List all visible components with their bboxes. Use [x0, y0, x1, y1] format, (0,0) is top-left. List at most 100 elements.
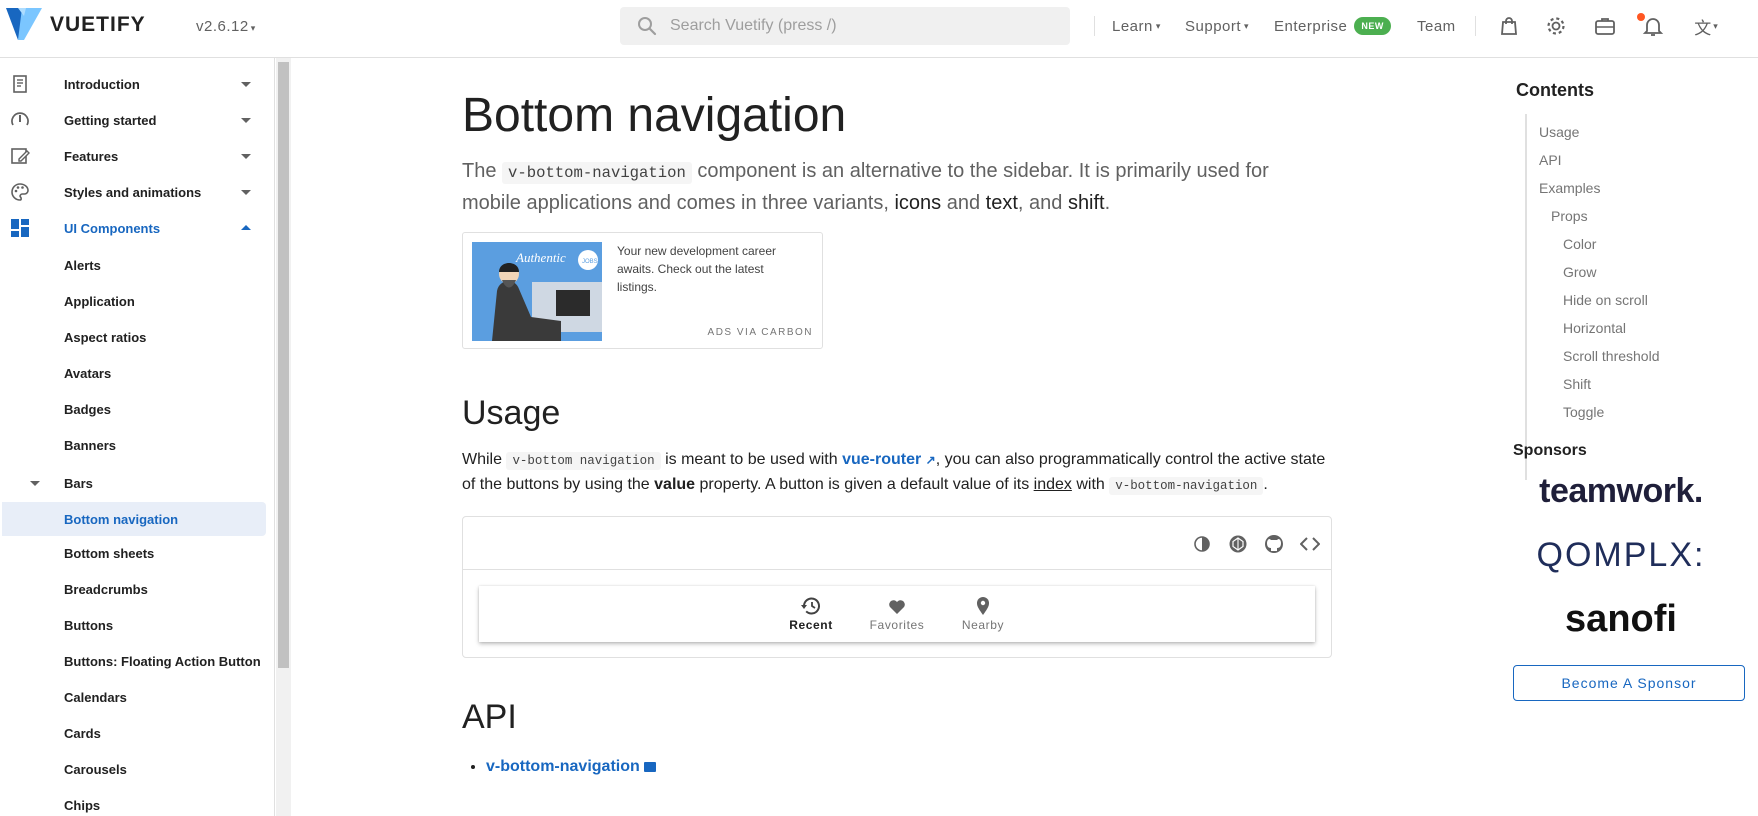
toc-item-color[interactable]: Color — [1563, 236, 1596, 252]
sidebar-item-label: Bottom sheets — [64, 545, 155, 561]
sidebar-item-aspect-ratios[interactable]: Aspect ratios — [0, 320, 275, 354]
notification-dot — [1637, 13, 1645, 21]
heart-icon — [889, 600, 905, 614]
briefcase-icon[interactable] — [1592, 13, 1618, 39]
vue-router-link[interactable]: vue-router ↗ — [842, 451, 936, 468]
sidebar-scrollbar[interactable] — [276, 58, 291, 816]
sidebar-item-application[interactable]: Application — [0, 284, 275, 318]
sidebar-item-fab[interactable]: Buttons: Floating Action Button — [0, 644, 275, 678]
toc-item-usage[interactable]: Usage — [1539, 124, 1579, 140]
sidebar-item-cards[interactable]: Cards — [0, 716, 275, 750]
sponsor-sanofi-logo[interactable]: sanofi — [1516, 598, 1726, 641]
toc-item-hide-on-scroll[interactable]: Hide on scroll — [1563, 292, 1648, 308]
sponsor-qomplx-logo[interactable]: QOMPLX: — [1516, 536, 1726, 575]
api-link-v-bottom-navigation[interactable]: v-bottom-navigation — [486, 758, 640, 775]
invert-colors-icon[interactable] — [1190, 532, 1214, 556]
toc-item-api[interactable]: API — [1539, 152, 1562, 168]
sidebar-item-bottom-navigation[interactable]: Bottom navigation — [2, 502, 266, 536]
learn-label: Learn — [1112, 17, 1153, 35]
support-menu[interactable]: Support ▾ — [1185, 0, 1249, 52]
sidebar-item-label: Banners — [64, 437, 117, 453]
book-icon — [13, 75, 27, 93]
sidebar-group-getting-started[interactable]: Getting started — [0, 102, 275, 138]
section-heading-api: API — [462, 698, 517, 736]
divider — [1475, 16, 1476, 36]
section-heading-usage: Usage — [462, 394, 561, 432]
sidebar-item-label: Buttons — [64, 617, 114, 633]
search-icon — [638, 17, 657, 36]
carbon-ad[interactable]: JOBS Authentic Your new development care… — [462, 232, 823, 349]
toc-item-props[interactable]: Props — [1551, 208, 1588, 224]
sponsors-title: Sponsors — [1513, 442, 1587, 459]
bottom-nav-recent[interactable]: Recent — [768, 586, 854, 642]
toc-list: Usage API Examples Props Color Grow Hide… — [1525, 114, 1725, 480]
translate-icon[interactable]: 文 ▾ — [1688, 13, 1724, 39]
api-page-icon[interactable] — [644, 761, 657, 772]
toc-title: Contents — [1516, 80, 1594, 100]
bottom-nav-favorites[interactable]: Favorites — [854, 586, 940, 642]
learn-menu[interactable]: Learn ▾ — [1112, 0, 1161, 52]
sidebar-group-label: Introduction — [64, 76, 140, 92]
scrollbar-thumb[interactable] — [278, 62, 289, 668]
chevron-down-icon: ▾ — [1244, 20, 1250, 31]
inline-code: v-bottom-navigation — [1109, 477, 1264, 495]
sidebar-item-label: Avatars — [64, 365, 112, 381]
sidebar-group-ui-components[interactable]: UI Components — [0, 210, 275, 246]
sidebar-group-introduction[interactable]: Introduction — [0, 66, 275, 102]
search-box[interactable] — [620, 7, 1070, 45]
version-label: v2.6.12 — [196, 18, 249, 35]
toc-item-horizontal[interactable]: Horizontal — [1563, 320, 1626, 336]
sidebar-item-breadcrumbs[interactable]: Breadcrumbs — [0, 572, 275, 606]
team-link[interactable]: Team — [1417, 0, 1456, 52]
example-toolbar — [463, 517, 1331, 570]
codepen-icon[interactable] — [1226, 532, 1250, 556]
sidebar-item-buttons[interactable]: Buttons — [0, 608, 275, 642]
ads-via-carbon-link[interactable]: ADS VIA CARBON — [708, 327, 813, 338]
sidebar-item-label: Cards — [64, 725, 101, 741]
bottom-nav-label: Favorites — [869, 618, 925, 632]
view-dashboard-icon — [11, 219, 29, 237]
toc-item-grow[interactable]: Grow — [1563, 264, 1596, 280]
sponsor-teamwork-logo[interactable]: teamwork. — [1516, 472, 1726, 511]
gear-icon[interactable] — [1543, 13, 1569, 39]
sidebar-group-label: UI Components — [64, 220, 161, 236]
chevron-up-icon — [241, 225, 251, 230]
code-tags-icon[interactable] — [1298, 532, 1322, 556]
ad-text[interactable]: Your new development career awaits. Chec… — [617, 242, 807, 296]
sidebar-item-alerts[interactable]: Alerts — [0, 248, 275, 282]
enterprise-link[interactable]: Enterprise NEW — [1274, 0, 1391, 52]
sidebar-item-carousels[interactable]: Carousels — [0, 752, 275, 786]
clipboard-edit-icon — [11, 148, 30, 164]
toc-item-toggle[interactable]: Toggle — [1563, 404, 1604, 420]
sidebar-item-banners[interactable]: Banners — [0, 428, 275, 462]
toc-item-scroll-threshold[interactable]: Scroll threshold — [1563, 348, 1660, 364]
usage-example: Recent Favorites Nearby — [462, 516, 1332, 658]
sidebar-group-bars[interactable]: Bars — [0, 466, 275, 500]
sidebar-group-styles[interactable]: Styles and animations — [0, 174, 275, 210]
sidebar-item-calendars[interactable]: Calendars — [0, 680, 275, 714]
enterprise-label: Enterprise — [1274, 17, 1348, 35]
version-select[interactable]: v2.6.12 ▾ — [196, 18, 256, 35]
sidebar-item-avatars[interactable]: Avatars — [0, 356, 275, 390]
sidebar-group-label: Features — [64, 148, 119, 164]
inline-code: v-bottom navigation — [506, 452, 661, 470]
search-input[interactable] — [670, 17, 1030, 35]
sidebar-item-badges[interactable]: Badges — [0, 392, 275, 426]
vuetify-logo[interactable]: VUETIFY — [4, 6, 146, 44]
chevron-down-icon — [241, 154, 251, 159]
palette-icon — [11, 183, 29, 201]
toc-item-shift[interactable]: Shift — [1563, 376, 1591, 392]
sidebar-group-label: Styles and animations — [64, 184, 202, 200]
sidebar-item-label: Buttons: Floating Action Button — [64, 653, 261, 669]
brand-name: VUETIFY — [50, 13, 146, 36]
toc-item-examples[interactable]: Examples — [1539, 180, 1600, 196]
github-icon[interactable] — [1262, 532, 1286, 556]
sidebar-item-chips[interactable]: Chips — [0, 788, 275, 816]
store-icon[interactable] — [1496, 13, 1522, 39]
support-label: Support — [1185, 17, 1242, 35]
sidebar-group-features[interactable]: Features — [0, 138, 275, 174]
become-sponsor-button[interactable]: Become A Sponsor — [1513, 665, 1745, 701]
ad-image[interactable]: JOBS Authentic — [472, 242, 602, 341]
sidebar-item-bottom-sheets[interactable]: Bottom sheets — [0, 536, 275, 570]
bottom-nav-nearby[interactable]: Nearby — [940, 586, 1026, 642]
